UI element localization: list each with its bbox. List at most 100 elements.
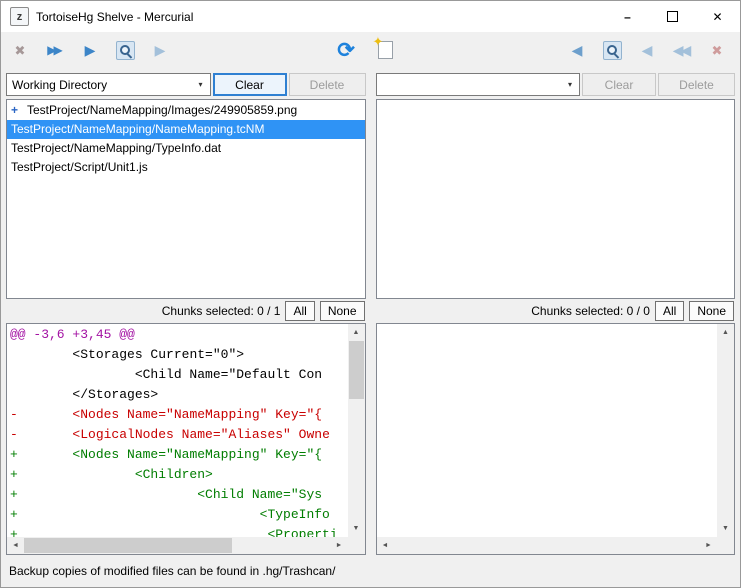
toolbar-left-group: ✖ ▶▶ ▶ ▶ — [7, 37, 333, 63]
scroll-up-button[interactable]: ▲ — [717, 324, 734, 341]
scroll-left-button[interactable]: ◄ — [7, 537, 24, 554]
status-text: Backup copies of modified files can be f… — [9, 564, 335, 578]
chevron-down-icon: ▾ — [192, 74, 210, 95]
file-row[interactable]: +TestProject/NameMapping/Images/24990585… — [7, 101, 365, 120]
right-arrow-icon: ► — [336, 542, 343, 549]
file-row[interactable]: TestProject/NameMapping/NameMapping.tcNM — [7, 120, 365, 139]
working-directory-panel: Working Directory▾ Clear Delete +TestPro… — [6, 68, 366, 558]
file-path: TestProject/Script/Unit1.js — [11, 158, 148, 177]
move-all-files-left-button[interactable]: ◀◀ — [669, 37, 695, 63]
diff-line[interactable]: <Storages Current="0"> — [10, 345, 348, 365]
window-title: TortoiseHg Shelve - Mercurial — [36, 10, 193, 24]
shelf-panel: ▾ Clear Delete Chunks selected: 0 / 0 Al… — [376, 68, 736, 558]
diff-line[interactable]: </Storages> — [10, 385, 348, 405]
up-arrow-icon: ▲ — [722, 329, 729, 336]
refresh-icon: ⟳ — [337, 40, 355, 61]
scrollbar-thumb[interactable] — [349, 341, 364, 399]
shelf-dropdown[interactable]: ▾ — [376, 73, 581, 96]
horizontal-scrollbar[interactable]: ◄ ► — [7, 537, 348, 554]
scroll-down-button[interactable]: ▼ — [717, 520, 734, 537]
discard-chunks-right-button[interactable]: ✖ — [704, 37, 730, 63]
move-file-left-button[interactable]: ◀ — [634, 37, 660, 63]
diff-content[interactable]: @@ -3,6 +3,45 @@ <Storages Current="0"> … — [7, 324, 348, 537]
close-icon: ✕ — [712, 10, 722, 24]
right-arrow-icon: ► — [705, 542, 712, 549]
scrollbar-track[interactable] — [394, 537, 701, 554]
left-controls-row: Working Directory ▾ Clear Delete — [6, 73, 366, 96]
diff-pane: @@ -3,6 +3,45 @@ <Storages Current="0"> … — [6, 323, 366, 555]
left-arrow-icon: ◄ — [382, 542, 389, 549]
scroll-up-button[interactable]: ▲ — [348, 324, 365, 341]
scrollbar-track[interactable] — [24, 537, 331, 554]
right-controls-row: ▾ Clear Delete — [376, 73, 736, 96]
diff-line[interactable]: + <Children> — [10, 465, 348, 485]
diff-line[interactable]: - <Nodes Name="NameMapping" Key="{ — [10, 405, 348, 425]
select-all-chunks-button[interactable]: All — [285, 301, 314, 321]
left-chunks-row: Chunks selected: 0 / 1 All None — [6, 299, 366, 323]
magnifier-icon — [603, 41, 622, 60]
double-arrow-left-icon: ◀◀ — [673, 43, 692, 57]
scrollbar-track[interactable] — [348, 341, 365, 520]
scroll-left-button[interactable]: ◄ — [377, 537, 394, 554]
select-all-chunks-button[interactable]: All — [655, 301, 684, 321]
move-file-right-button[interactable]: ▶ — [77, 37, 103, 63]
close-button[interactable]: ✕ — [695, 1, 740, 32]
arrow-left-icon: ◀ — [572, 43, 583, 57]
clear-button[interactable]: Clear — [582, 73, 656, 96]
horizontal-scrollbar[interactable]: ◄ ► — [377, 537, 718, 554]
chunks-selected-label: Chunks selected: 0 / 1 — [162, 304, 281, 318]
minimize-button[interactable]: – — [605, 1, 650, 32]
dropdown-value: Working Directory — [12, 78, 107, 92]
down-arrow-icon: ▼ — [353, 525, 360, 532]
file-list — [376, 99, 736, 299]
diff-line[interactable]: + <Child Name="Sys — [10, 485, 348, 505]
new-shelf-button[interactable]: ✦ — [372, 37, 398, 63]
file-row[interactable]: TestProject/Script/Unit1.js — [7, 158, 365, 177]
right-chunks-row: Chunks selected: 0 / 0 All None — [376, 299, 736, 323]
diff-content[interactable] — [377, 324, 718, 537]
edit-file-right-button[interactable] — [599, 37, 625, 63]
file-path: TestProject/NameMapping/Images/249905859… — [27, 101, 297, 120]
scrollbar-thumb[interactable] — [24, 538, 232, 553]
delete-button[interactable]: Delete — [289, 73, 366, 96]
scroll-down-button[interactable]: ▼ — [348, 520, 365, 537]
diff-line[interactable]: + <Properti — [10, 525, 348, 537]
status-bar: Backup copies of modified files can be f… — [1, 558, 740, 587]
refresh-button[interactable]: ⟳ — [333, 37, 359, 63]
vertical-scrollbar[interactable]: ▲ ▼ — [348, 324, 365, 537]
arrow-right-icon: ▶ — [155, 43, 166, 57]
delete-button[interactable]: Delete — [658, 73, 735, 96]
sparkle-icon: ✦ — [373, 35, 384, 48]
move-chunks-right-button[interactable]: ▶ — [147, 37, 173, 63]
discard-chunks-left-button[interactable]: ✖ — [7, 37, 33, 63]
x-icon: ✖ — [712, 44, 723, 57]
vertical-scrollbar[interactable]: ▲ ▼ — [717, 324, 734, 537]
main-area: Working Directory▾ Clear Delete +TestPro… — [1, 68, 740, 558]
tortoisehg-app-icon: z — [10, 7, 29, 26]
move-all-files-right-button[interactable]: ▶▶ — [42, 37, 68, 63]
clear-button[interactable]: Clear — [213, 73, 287, 96]
file-row[interactable]: TestProject/NameMapping/TypeInfo.dat — [7, 139, 365, 158]
select-none-chunks-button[interactable]: None — [689, 301, 734, 321]
arrow-left-icon: ◀ — [642, 43, 653, 57]
diff-line[interactable]: - <LogicalNodes Name="Aliases" Owne — [10, 425, 348, 445]
diff-line[interactable]: + <Nodes Name="NameMapping" Key="{ — [10, 445, 348, 465]
diff-line[interactable]: <Child Name="Default Con — [10, 365, 348, 385]
minimize-icon: – — [624, 10, 631, 24]
source-dropdown[interactable]: Working Directory ▾ — [6, 73, 211, 96]
added-plus-icon: + — [11, 101, 27, 120]
diff-line[interactable]: + <TypeInfo — [10, 505, 348, 525]
select-none-chunks-button[interactable]: None — [320, 301, 365, 321]
maximize-button[interactable] — [650, 1, 695, 32]
scroll-right-button[interactable]: ► — [331, 537, 348, 554]
scrollbar-corner — [348, 537, 365, 554]
chunks-selected-label: Chunks selected: 0 / 0 — [531, 304, 650, 318]
scrollbar-track[interactable] — [717, 341, 734, 520]
diff-line[interactable]: @@ -3,6 +3,45 @@ — [10, 325, 348, 345]
shelve-window: { "window": { "title": "TortoiseHg Shelv… — [0, 0, 741, 588]
move-chunks-left-button[interactable]: ◀ — [564, 37, 590, 63]
maximize-icon — [667, 11, 678, 22]
toolbar-right-group: ◀ ◀ ◀◀ ✖ — [404, 37, 730, 63]
scroll-right-button[interactable]: ► — [700, 537, 717, 554]
edit-file-left-button[interactable] — [112, 37, 138, 63]
